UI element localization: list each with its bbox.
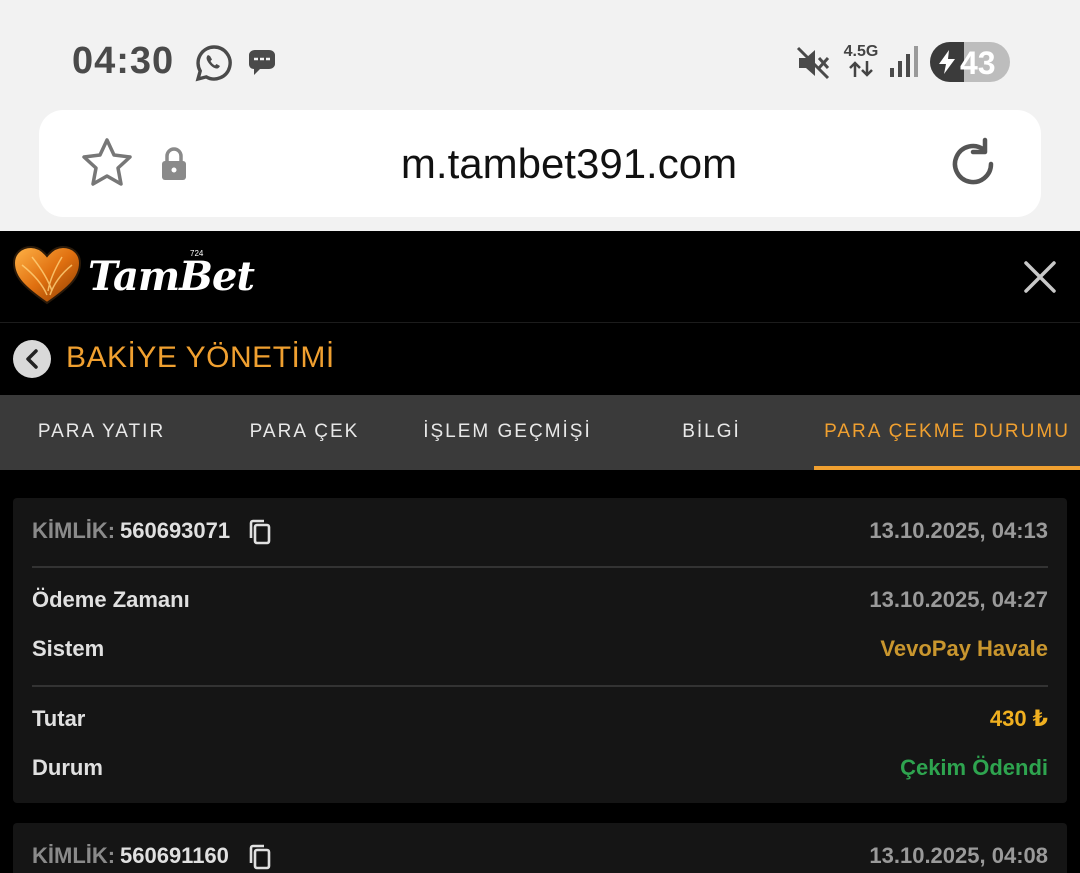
- tambet-logo-icon[interactable]: [12, 245, 82, 307]
- browser-url-bar[interactable]: m.tambet391.com: [39, 110, 1041, 217]
- logo-superscript: 724: [190, 249, 204, 258]
- card-id-row: KİMLİK: 560691160 13.10.2025, 04:08: [32, 837, 1048, 873]
- chevron-left-icon: [26, 349, 38, 369]
- copy-icon[interactable]: [248, 843, 272, 871]
- back-button[interactable]: [13, 340, 51, 378]
- system-value: VevoPay Havale: [880, 636, 1048, 661]
- close-icon[interactable]: [1022, 259, 1058, 295]
- url-text[interactable]: m.tambet391.com: [189, 140, 949, 188]
- status-value: Çekim Ödendi: [900, 755, 1048, 780]
- transaction-id: 560693071: [120, 518, 231, 543]
- message-icon: [249, 50, 275, 75]
- status-bar: 04:30 4.5G 43: [0, 0, 1080, 112]
- battery-charging-icon: [939, 50, 955, 74]
- divider: [32, 566, 1048, 568]
- network-type: 4.5G: [840, 44, 882, 82]
- amount-value: 430 ₺: [989, 706, 1048, 731]
- title-row: BAKİYE YÖNETİMİ: [0, 323, 1080, 395]
- tab-bilgi[interactable]: BİLGİ: [609, 395, 814, 470]
- signal-icon: [890, 46, 918, 77]
- tab-para-yatir[interactable]: PARA YATIR: [0, 395, 203, 470]
- reload-icon[interactable]: [945, 136, 1001, 192]
- status-row: Durum Çekim Ödendi: [32, 749, 1048, 789]
- card-id-row: KİMLİK: 560693071 13.10.2025, 04:13: [32, 512, 1048, 552]
- page-title: BAKİYE YÖNETİMİ: [66, 341, 335, 374]
- system-row: Sistem VevoPay Havale: [32, 630, 1048, 670]
- id-label: KİMLİK:: [32, 518, 116, 543]
- withdrawal-card: KİMLİK: 560693071 13.10.2025, 04:13 Ödem…: [13, 498, 1067, 803]
- system-label: Sistem: [32, 636, 105, 661]
- tab-para-cek[interactable]: PARA ÇEK: [203, 395, 406, 470]
- status-time: 04:30: [72, 40, 175, 82]
- app-header: TamBet 724: [0, 231, 1080, 323]
- amount-label: Tutar: [32, 706, 86, 731]
- withdrawal-card: KİMLİK: 560691160 13.10.2025, 04:08: [13, 823, 1067, 873]
- status-label: Durum: [32, 755, 103, 780]
- data-arrows-icon: [849, 61, 873, 77]
- id-label: KİMLİK:: [32, 843, 116, 868]
- whatsapp-icon: [195, 45, 232, 82]
- amount-row: Tutar 430 ₺: [32, 700, 1048, 740]
- created-date: 13.10.2025, 04:13: [869, 518, 1048, 543]
- app-container: TamBet 724 BAKİYE YÖNETİMİ PARA YATIR PA…: [0, 231, 1080, 873]
- payment-time-row: Ödeme Zamanı 13.10.2025, 04:27: [32, 581, 1048, 621]
- lock-icon[interactable]: [159, 146, 189, 182]
- payment-time-value: 13.10.2025, 04:27: [869, 587, 1048, 612]
- divider: [32, 685, 1048, 687]
- tambet-logo-text[interactable]: TamBet: [88, 253, 255, 300]
- network-type-label: 4.5G: [843, 43, 879, 60]
- tab-para-cekme-durumu[interactable]: PARA ÇEKME DURUMU: [814, 395, 1080, 470]
- tab-islem-gecmisi[interactable]: İŞLEM GEÇMİŞİ: [406, 395, 609, 470]
- tab-bar: PARA YATIR PARA ÇEK İŞLEM GEÇMİŞİ BİLGİ …: [0, 395, 1080, 470]
- created-date: 13.10.2025, 04:08: [869, 843, 1048, 868]
- payment-time-label: Ödeme Zamanı: [32, 587, 190, 612]
- withdrawal-list: KİMLİK: 560693071 13.10.2025, 04:13 Ödem…: [0, 470, 1080, 873]
- copy-icon[interactable]: [248, 518, 272, 546]
- star-icon[interactable]: [79, 136, 135, 192]
- transaction-id: 560691160: [120, 843, 229, 868]
- battery-indicator: 43: [930, 42, 1010, 82]
- battery-level: 43: [960, 45, 996, 81]
- mute-icon: [796, 46, 830, 80]
